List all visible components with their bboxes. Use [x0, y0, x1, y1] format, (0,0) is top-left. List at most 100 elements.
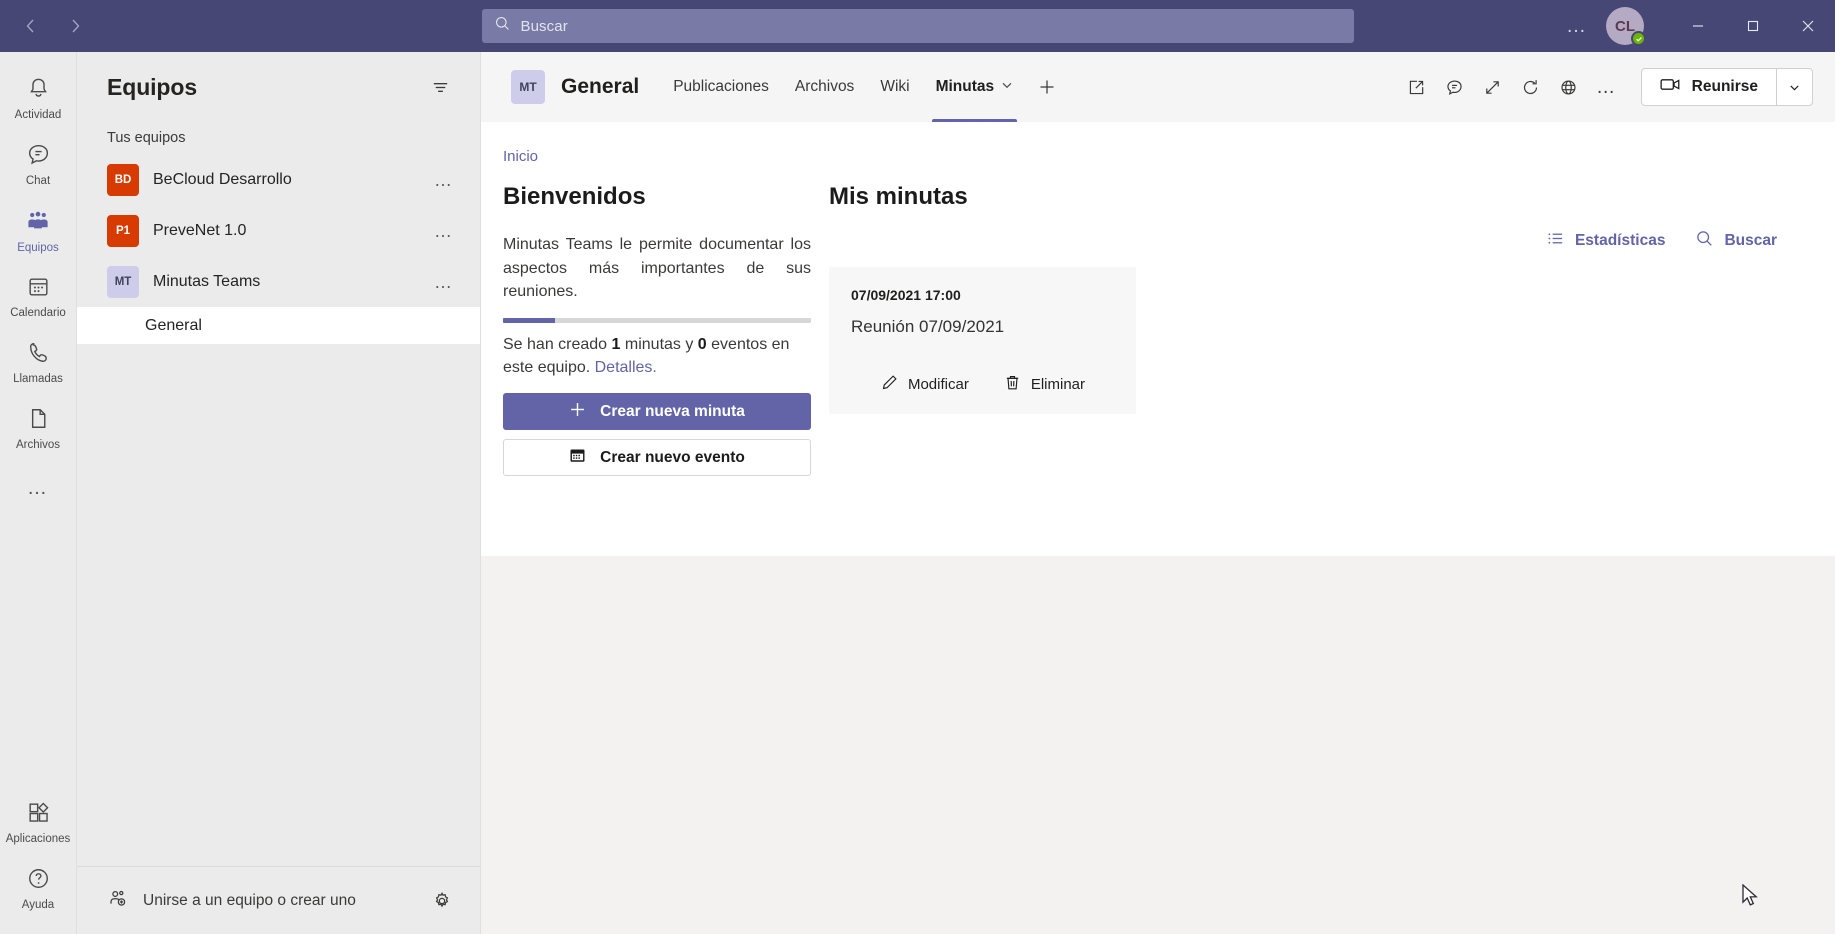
tab-archivos[interactable]: Archivos — [783, 52, 866, 122]
list-icon — [1546, 229, 1565, 253]
rail-label: Chat — [25, 175, 51, 188]
chevron-down-icon[interactable] — [1001, 78, 1013, 96]
channel-header-actions: … Reunirse — [1399, 68, 1813, 106]
team-more-options-button[interactable]: … — [428, 269, 460, 295]
open-in-new-window-icon[interactable] — [1399, 69, 1435, 105]
minute-card[interactable]: 07/09/2021 17:00 Reunión 07/09/2021 Modi… — [829, 267, 1136, 414]
welcome-description: Minutas Teams le permite documentar los … — [503, 236, 811, 301]
rail-item-equipos[interactable]: Equipos — [0, 198, 76, 264]
meet-button-label: Reunirse — [1691, 78, 1758, 95]
team-avatar: BD — [107, 163, 139, 196]
chat-icon — [26, 142, 51, 172]
rail-item-ayuda[interactable]: Ayuda — [0, 856, 76, 922]
forward-button[interactable] — [58, 9, 92, 43]
minute-name: Reunión 07/09/2021 — [851, 317, 1005, 336]
search-icon — [494, 15, 511, 37]
join-or-create-team-button[interactable]: Unirse a un equipo o crear uno — [103, 881, 360, 920]
tab-label: Publicaciones — [673, 78, 769, 95]
meet-button[interactable]: Reunirse — [1642, 69, 1776, 105]
app-body: Actividad Chat Equipos Calendario Llamad… — [0, 52, 1835, 934]
team-avatar: P1 — [107, 214, 139, 247]
channel-row-general[interactable]: General — [77, 307, 480, 344]
rail-item-actividad[interactable]: Actividad — [0, 66, 76, 132]
rail-label: Llamadas — [13, 373, 63, 386]
page-title: Equipos — [107, 73, 198, 100]
channel-header: MT General Publicaciones Archivos Wiki M… — [481, 52, 1835, 122]
team-name: BeCloud Desarrollo — [153, 170, 292, 188]
teams-section-label: Tus equipos — [107, 130, 186, 146]
stats-text: Se han creado 1 minutas y 0 eventos en e… — [503, 333, 811, 379]
stats-prefix: Se han creado — [503, 336, 612, 354]
minimize-button[interactable] — [1670, 0, 1725, 52]
main-content-area: MT General Publicaciones Archivos Wiki M… — [480, 52, 1835, 934]
rail-item-calendario[interactable]: Calendario — [0, 264, 76, 330]
minutas-app-panel: Inicio Bienvenidos Minutas Teams le perm… — [481, 122, 1835, 556]
rail-label: Archivos — [15, 439, 61, 452]
minute-card-actions: Modificar Eliminar — [851, 373, 1114, 396]
breadcrumb[interactable]: Inicio — [481, 122, 1835, 165]
create-new-minute-label: Crear nueva minuta — [600, 402, 745, 420]
team-row[interactable]: P1 PreveNet 1.0 … — [77, 205, 480, 256]
rail-label: Equipos — [17, 241, 59, 254]
tab-wiki[interactable]: Wiki — [868, 52, 921, 122]
tab-minutas[interactable]: Minutas — [924, 52, 1026, 122]
search-placeholder-text: Buscar — [520, 17, 568, 35]
create-new-event-button[interactable]: Crear nuevo evento — [503, 439, 811, 477]
delete-minute-button[interactable]: Eliminar — [1003, 373, 1085, 396]
search-input[interactable]: Buscar — [481, 9, 1354, 43]
channel-title: General — [561, 75, 640, 98]
progress-bar-fill — [503, 318, 556, 324]
rail-bottom-section: Aplicaciones Ayuda — [0, 790, 76, 922]
teams-app-window: Buscar … CL Actividad Chat Equipos Calen… — [0, 0, 1835, 934]
rail-label: Actividad — [14, 109, 62, 122]
welcome-title: Bienvenidos — [503, 183, 646, 210]
expand-icon[interactable] — [1475, 69, 1511, 105]
tab-label: Minutas — [935, 78, 995, 95]
statistics-button[interactable]: Estadísticas — [1546, 229, 1665, 253]
conversation-icon[interactable] — [1437, 69, 1473, 105]
rail-item-llamadas[interactable]: Llamadas — [0, 330, 76, 396]
meet-options-caret-icon[interactable] — [1776, 69, 1812, 105]
settings-more-button[interactable]: … — [1554, 16, 1600, 36]
add-tab-button[interactable] — [1027, 52, 1067, 122]
edit-minute-label: Modificar — [907, 376, 969, 393]
team-more-options-button[interactable]: … — [428, 218, 460, 244]
global-search-container: Buscar — [481, 9, 1354, 43]
create-new-event-label: Crear nuevo evento — [600, 448, 745, 466]
tab-label: Wiki — [880, 78, 910, 95]
meet-button-group: Reunirse — [1640, 68, 1813, 106]
teams-icon — [25, 208, 51, 239]
app-rail: Actividad Chat Equipos Calendario Llamad… — [0, 52, 76, 934]
team-row[interactable]: MT Minutas Teams … — [77, 256, 480, 307]
globe-icon[interactable] — [1551, 69, 1587, 105]
avatar[interactable]: CL — [1606, 7, 1646, 46]
teams-list-panel: Equipos Tus equipos BD BeCloud Desarroll… — [76, 52, 480, 934]
tab-publicaciones[interactable]: Publicaciones — [661, 52, 781, 122]
maximize-button[interactable] — [1725, 0, 1780, 52]
close-button[interactable] — [1780, 0, 1835, 52]
back-button[interactable] — [14, 9, 48, 43]
rail-item-chat[interactable]: Chat — [0, 132, 76, 198]
tab-label: Archivos — [794, 78, 855, 95]
filter-button[interactable] — [424, 71, 456, 103]
teams-panel-header: Equipos — [77, 52, 480, 122]
details-link[interactable]: Detalles. — [595, 359, 657, 376]
channel-more-options-button[interactable]: … — [1589, 69, 1625, 105]
stats-events-count: 0 — [697, 336, 707, 354]
calendar-icon — [569, 447, 586, 469]
rail-item-archivos[interactable]: Archivos — [0, 396, 76, 462]
trash-icon — [1003, 373, 1022, 396]
team-row[interactable]: BD BeCloud Desarrollo … — [77, 154, 480, 205]
team-name: PreveNet 1.0 — [153, 221, 247, 239]
pencil-icon — [880, 373, 899, 396]
rail-label: Calendario — [10, 307, 66, 320]
team-more-options-button[interactable]: … — [428, 167, 460, 193]
refresh-icon[interactable] — [1513, 69, 1549, 105]
rail-item-aplicaciones[interactable]: Aplicaciones — [0, 790, 76, 856]
search-minutes-button[interactable]: Buscar — [1695, 229, 1777, 253]
rail-more-apps-button[interactable]: … — [0, 462, 76, 514]
gear-icon[interactable] — [426, 885, 458, 917]
stats-middle: minutas y — [620, 336, 698, 354]
create-new-minute-button[interactable]: Crear nueva minuta — [503, 393, 811, 431]
edit-minute-button[interactable]: Modificar — [880, 373, 969, 396]
